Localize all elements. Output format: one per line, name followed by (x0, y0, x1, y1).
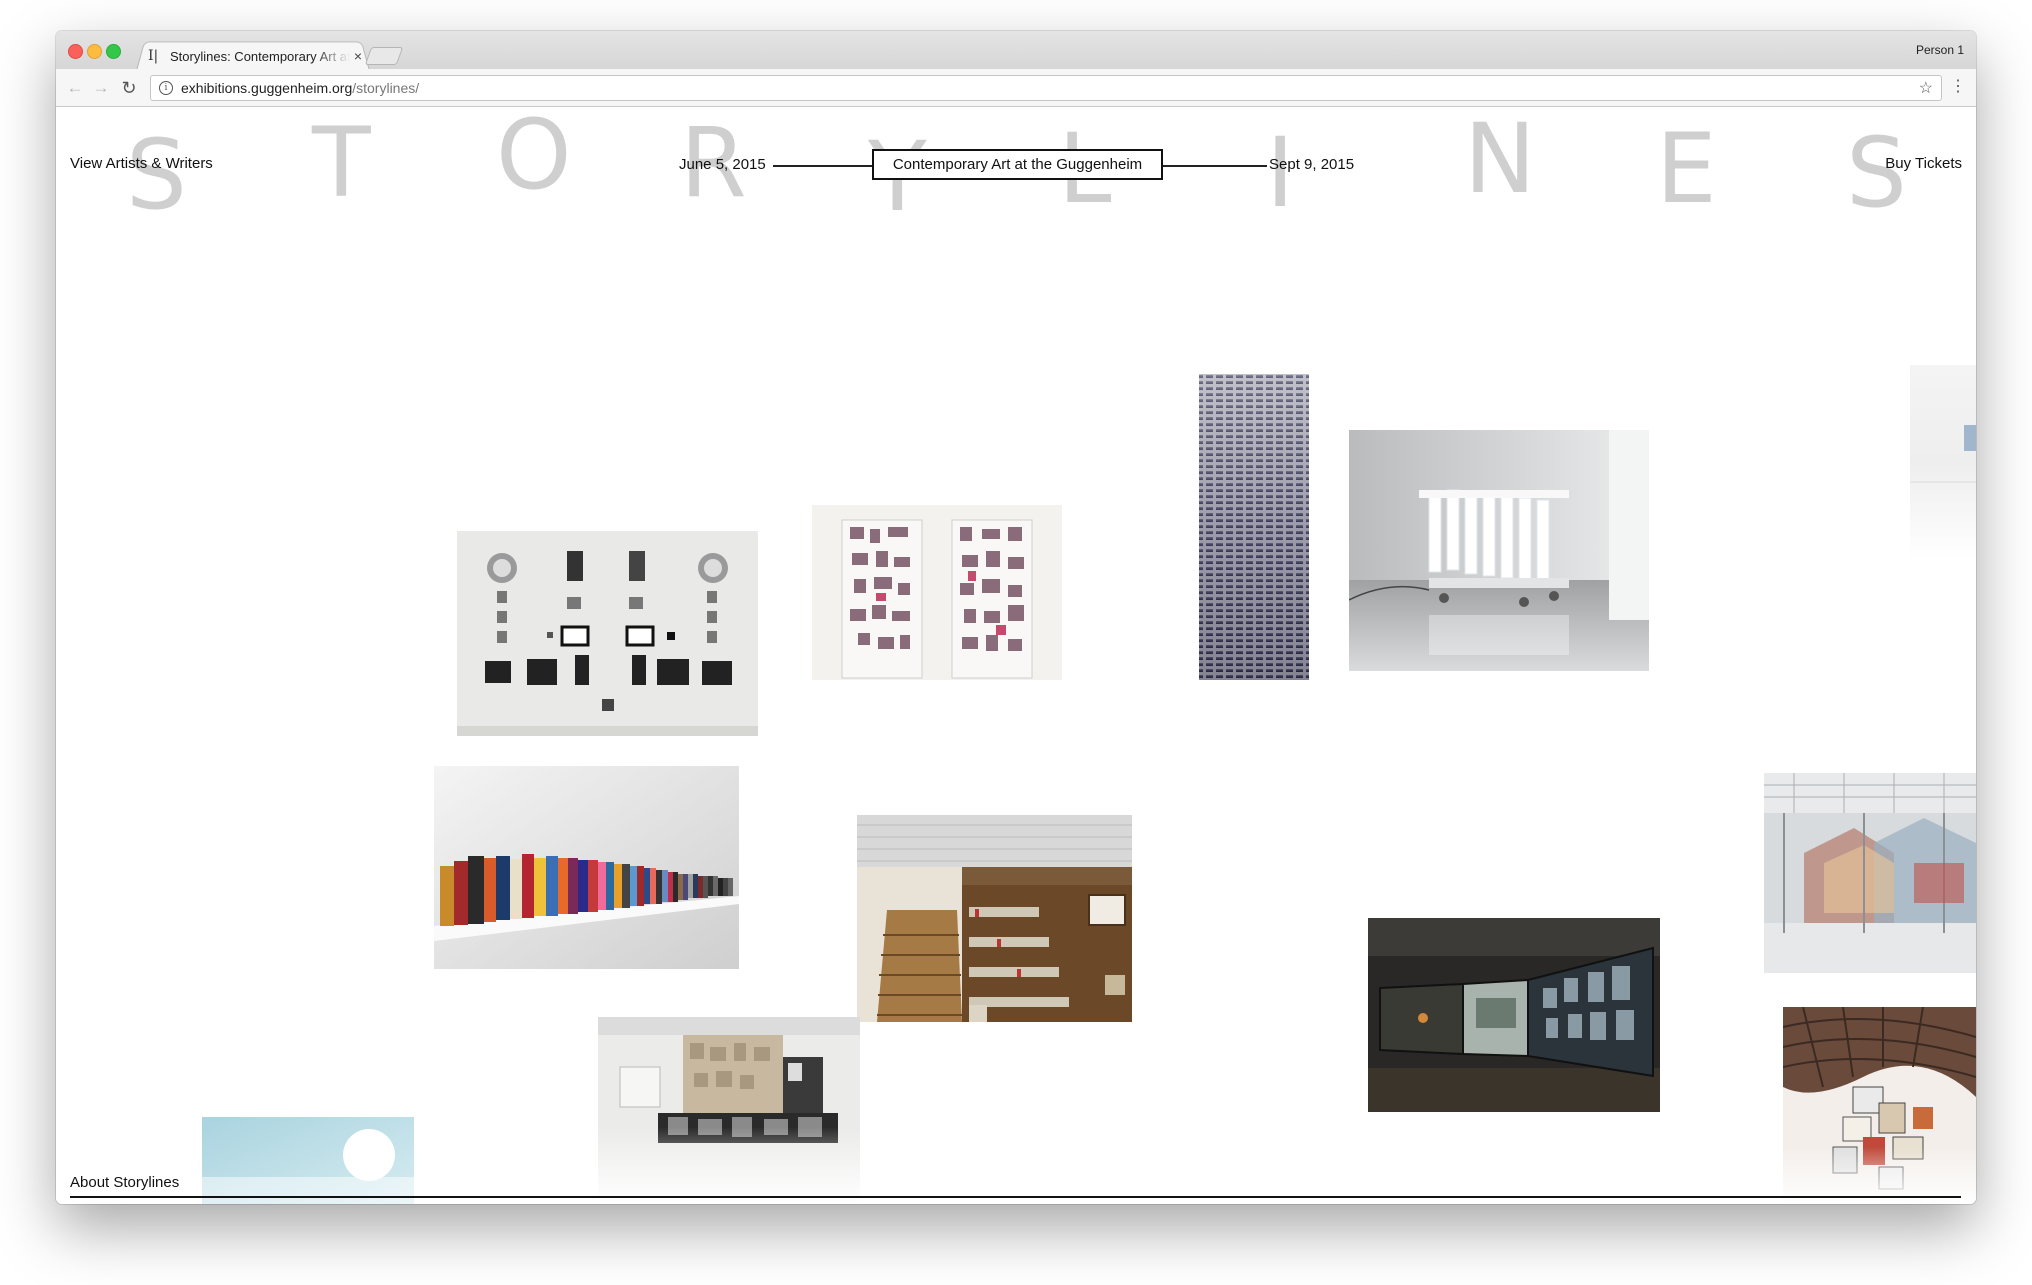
bookmark-star-icon[interactable]: ☆ (1919, 78, 1933, 98)
background-letter: S (1846, 117, 1907, 229)
artwork-woven-sculpture-image (1783, 1007, 1976, 1204)
artwork-library-room[interactable] (857, 815, 1132, 1022)
background-letter: I (1266, 117, 1295, 229)
tab-close-icon[interactable]: × (350, 48, 366, 64)
artwork-glass-room[interactable] (1764, 773, 1976, 973)
profile-button[interactable]: Person 1 (1916, 43, 1964, 57)
favicon-icon: I| (148, 48, 159, 64)
artwork-collage-panels[interactable] (812, 505, 1062, 680)
reload-icon[interactable]: ↻ (118, 77, 140, 99)
browser-window: I| Storylines: Contemporary Art at the G… (56, 31, 1976, 1204)
timeline-line-right (1163, 165, 1267, 167)
artwork-woven-sculpture[interactable] (1783, 1007, 1976, 1204)
info-icon[interactable]: i (159, 81, 173, 95)
artwork-bookshelf[interactable] (434, 766, 739, 969)
artwork-text-column-image (1199, 374, 1309, 680)
artwork-partial-right-image (1910, 365, 1976, 561)
buy-tickets-link[interactable]: Buy Tickets (1885, 155, 1962, 172)
footer-rule (70, 1196, 1961, 1198)
background-letter: T (312, 107, 371, 219)
artwork-sky-moon-image (202, 1117, 414, 1204)
artwork-model-sculpture[interactable] (598, 1017, 860, 1204)
url-path: /storylines/ (352, 80, 420, 96)
about-storylines-link[interactable]: About Storylines (70, 1174, 179, 1191)
exhibition-title[interactable]: Contemporary Art at the Guggenheim (872, 149, 1163, 180)
background-letter: N (1464, 107, 1536, 215)
browser-tab-content[interactable]: I| Storylines: Contemporary Art at the G… (148, 45, 366, 67)
artwork-video-installation-image (1368, 918, 1660, 1112)
background-letter: E (1656, 113, 1717, 225)
artwork-glass-room-image (1764, 773, 1976, 973)
artwork-wall-installation-image (457, 531, 758, 736)
url-text[interactable]: exhibitions.guggenheim.org/storylines/ (181, 80, 419, 96)
background-letter: O (496, 107, 572, 211)
artwork-sky-moon[interactable] (202, 1117, 414, 1204)
artwork-collage-panels-image (812, 505, 1062, 680)
browser-menu-icon[interactable]: ⋮ (1950, 77, 1966, 97)
artwork-wall-installation[interactable] (457, 531, 758, 736)
artwork-bookshelf-image (434, 766, 739, 969)
url-host: exhibitions.guggenheim.org (181, 80, 353, 96)
tab-title: Storylines: Contemporary Art at the Gugg… (170, 48, 350, 64)
background-letter: S (126, 119, 187, 231)
browser-toolbar: ← → ↻ i exhibitions.guggenheim.org/story… (56, 69, 1976, 107)
zoom-window-button[interactable] (106, 44, 121, 59)
tab-strip: I| Storylines: Contemporary Art at the G… (56, 31, 1976, 71)
address-bar[interactable]: i exhibitions.guggenheim.org/storylines/… (150, 75, 1942, 101)
timeline-line-left (773, 165, 872, 167)
page-content: S T O R Y L I N E S View Artists & Write… (56, 107, 1976, 1204)
artwork-light-sculpture[interactable] (1349, 430, 1649, 671)
artwork-video-installation[interactable] (1368, 918, 1660, 1112)
artwork-text-column[interactable] (1196, 374, 1311, 682)
artwork-partial-right[interactable] (1910, 365, 1976, 561)
artwork-model-sculpture-image (598, 1017, 860, 1204)
artwork-library-room-image (857, 815, 1132, 1022)
forward-arrow-icon[interactable]: → (90, 77, 112, 99)
minimize-window-button[interactable] (87, 44, 102, 59)
start-date: June 5, 2015 (679, 156, 766, 173)
end-date: Sept 9, 2015 (1269, 156, 1355, 173)
back-arrow-icon[interactable]: ← (64, 77, 86, 99)
new-tab-button[interactable] (364, 47, 404, 65)
view-artists-link[interactable]: View Artists & Writers (70, 155, 213, 172)
close-window-button[interactable] (68, 44, 83, 59)
artwork-light-sculpture-image (1349, 430, 1649, 671)
